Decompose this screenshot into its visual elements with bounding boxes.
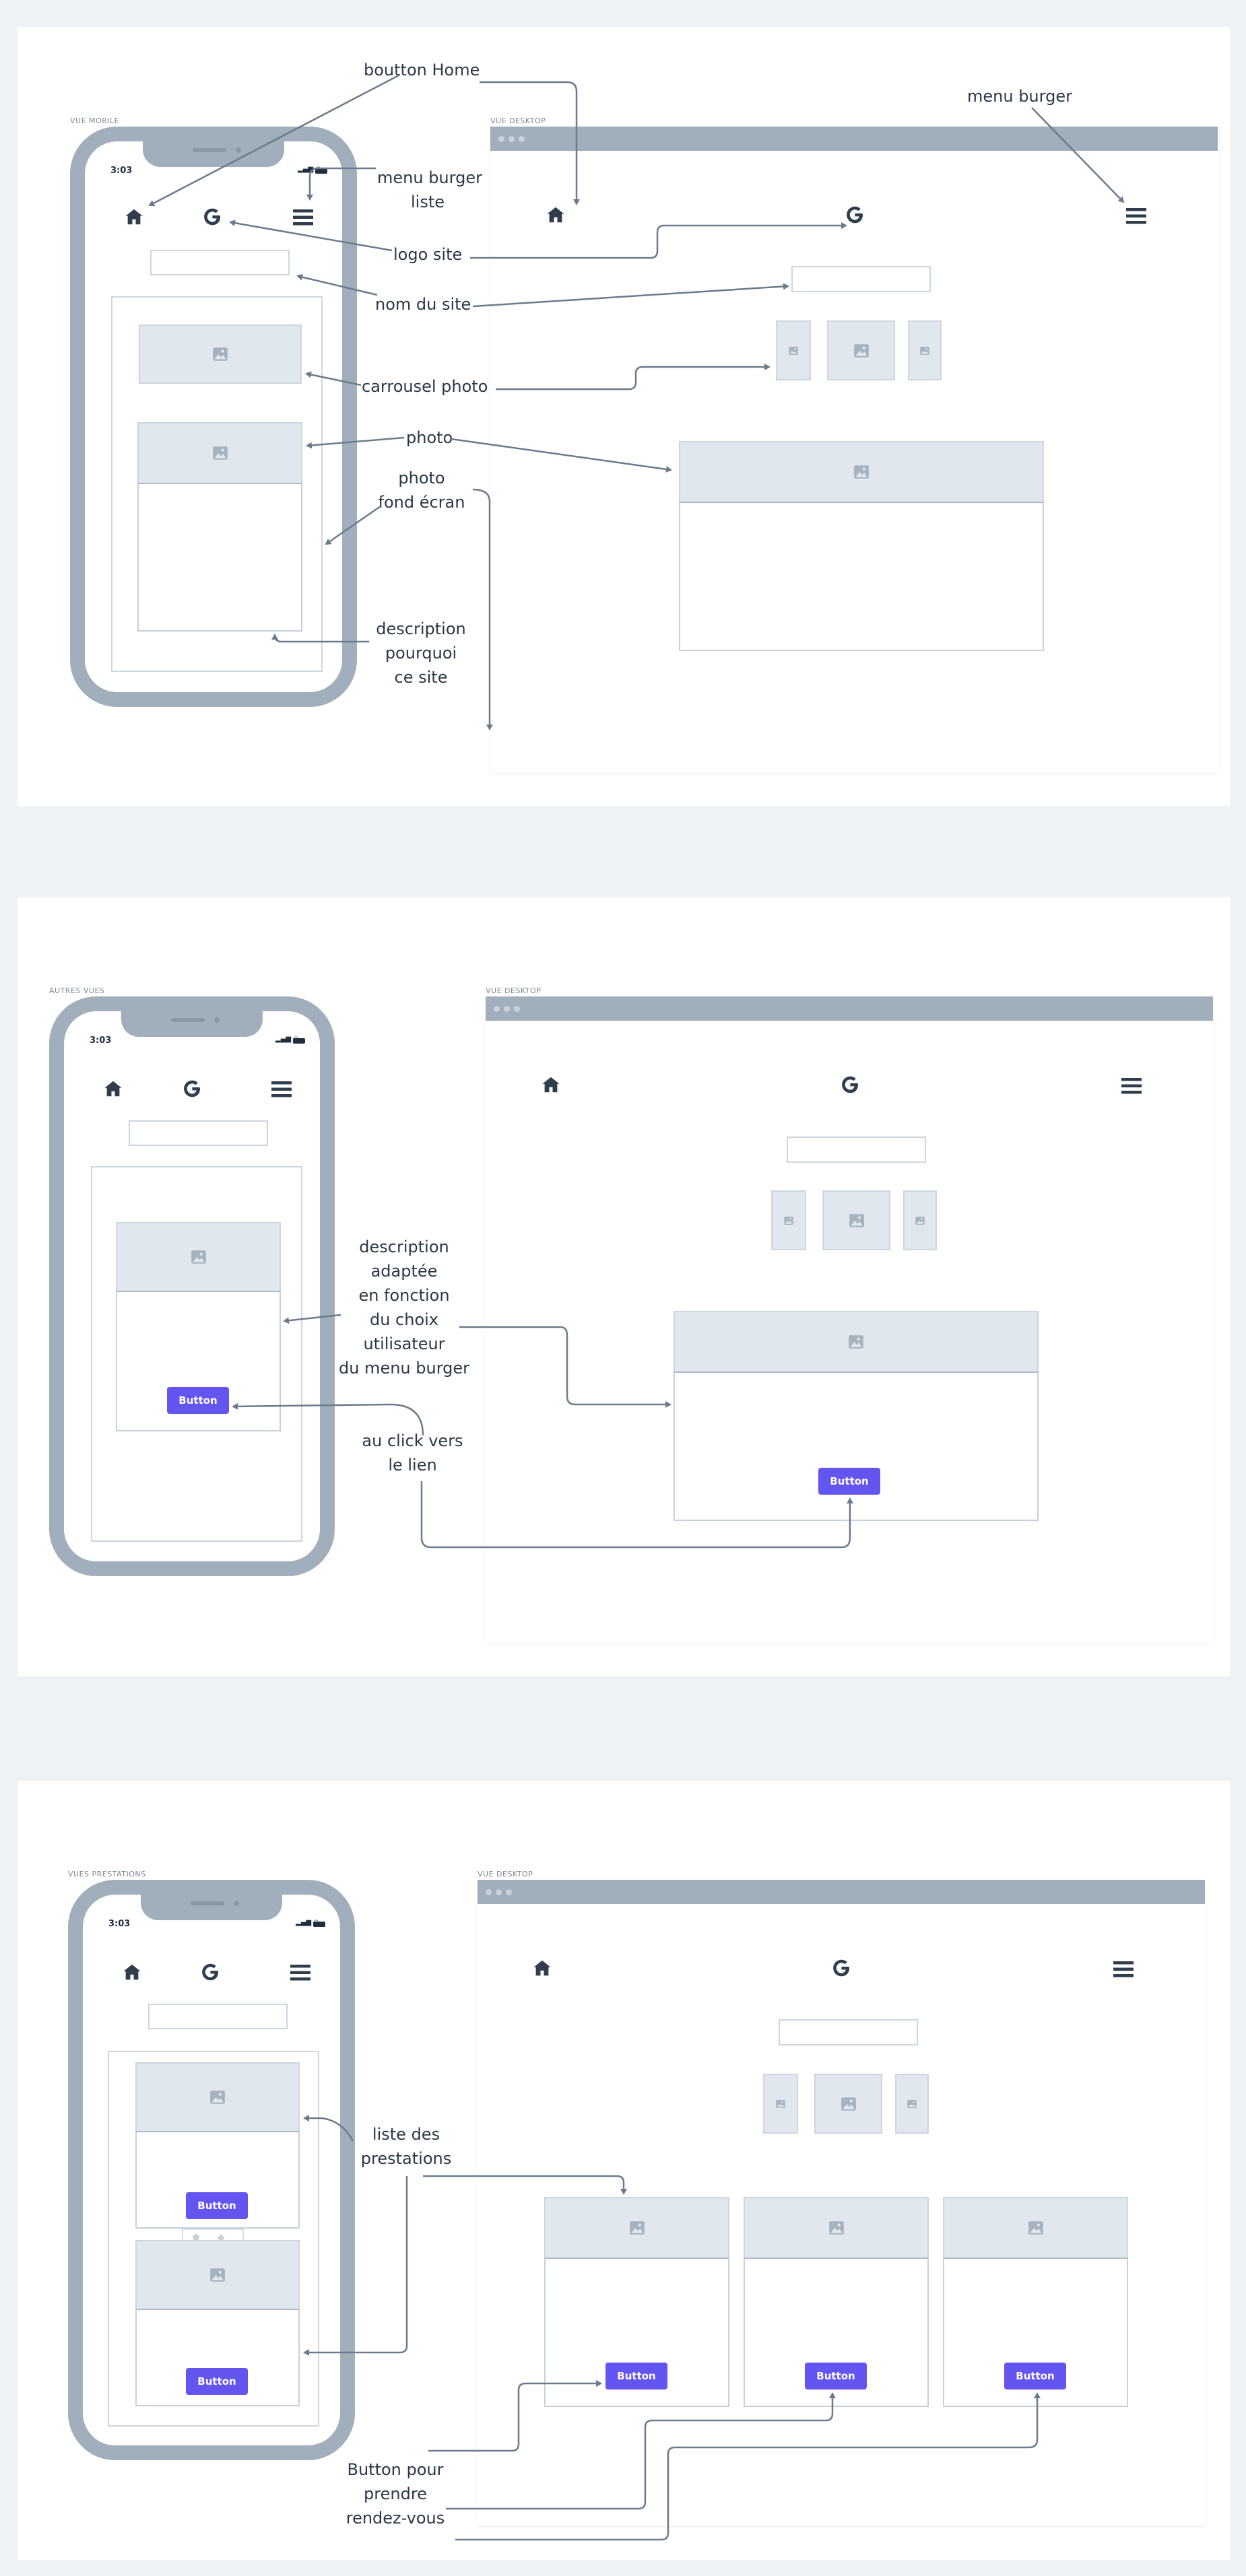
carousel-thumb-main xyxy=(814,2074,882,2134)
hamburger-menu-icon[interactable] xyxy=(271,1081,292,1101)
carousel-thumb-small xyxy=(763,2074,798,2134)
battery-icon xyxy=(315,168,327,174)
hamburger-menu-icon[interactable] xyxy=(1126,207,1146,228)
site-name-field xyxy=(129,1120,268,1146)
card-photo xyxy=(744,2197,929,2259)
annotation-menu-burger-list: menu burger liste xyxy=(377,168,482,211)
photo-card xyxy=(679,441,1044,651)
home-icon[interactable] xyxy=(546,205,566,228)
status-time: 3:03 xyxy=(110,166,133,176)
hamburger-menu-icon[interactable] xyxy=(290,1964,310,1984)
browser-titlebar xyxy=(486,996,1213,1021)
card-photo xyxy=(116,1222,281,1292)
desktop-caption: VUE DESKTOP xyxy=(478,1870,533,1878)
browser-titlebar xyxy=(478,1880,1205,1904)
annotation-description: description pourquoi ce site xyxy=(376,619,466,687)
card-button[interactable]: Button xyxy=(167,1387,229,1414)
google-logo-icon[interactable] xyxy=(844,204,865,228)
annotation-home-button: boutton Home xyxy=(364,61,480,79)
annotation-photo: photo xyxy=(406,428,453,447)
annotation-services-list: liste des prestations xyxy=(360,2125,452,2168)
google-logo-icon[interactable] xyxy=(830,1957,852,1981)
site-name-field xyxy=(787,1137,926,1163)
hamburger-menu-icon[interactable] xyxy=(1113,1961,1134,1981)
carousel-thumb-small xyxy=(776,320,811,380)
hamburger-menu-icon[interactable] xyxy=(1121,1077,1142,1097)
annotation-site-name: nom du site xyxy=(375,295,471,314)
battery-icon xyxy=(313,1922,325,1927)
card-photo xyxy=(943,2197,1128,2259)
card-photo xyxy=(679,441,1044,503)
carousel-thumb-small xyxy=(895,2074,929,2134)
home-icon[interactable] xyxy=(124,207,144,230)
card-button[interactable]: Button xyxy=(1004,2363,1066,2389)
home-icon[interactable] xyxy=(532,1958,552,1981)
annotation-background-photo: photo fond écran xyxy=(378,469,465,512)
card-photo xyxy=(544,2197,729,2259)
status-time: 3:03 xyxy=(108,1919,131,1929)
site-name-field xyxy=(779,2019,918,2045)
card-button[interactable]: Button xyxy=(805,2363,867,2389)
home-icon[interactable] xyxy=(103,1079,123,1101)
annotation-click-link: au click vers le lien xyxy=(362,1431,463,1475)
photo-card xyxy=(137,422,302,632)
annotation-adapted-description: description adaptée en fonction du choix u… xyxy=(338,1238,470,1378)
desktop-caption: VUE DESKTOP xyxy=(490,116,546,125)
phone-notch xyxy=(141,1893,282,1920)
annotation-carousel: carrousel photo xyxy=(362,377,488,396)
annotation-menu-burger-desktop: menu burger xyxy=(967,87,1072,106)
annotation-booking-button: Button pour prendre rendez-vous xyxy=(346,2460,445,2528)
mobile-caption: VUES PRESTATIONS xyxy=(68,1870,146,1878)
card-button[interactable]: Button xyxy=(605,2363,667,2389)
card-button[interactable]: Button xyxy=(186,2192,248,2219)
home-icon[interactable] xyxy=(541,1075,561,1097)
site-name-field xyxy=(791,266,931,292)
card-photo xyxy=(135,2062,300,2132)
carousel-thumb-main xyxy=(822,1190,890,1250)
google-logo-icon[interactable] xyxy=(181,1078,203,1102)
google-logo-icon[interactable] xyxy=(199,1961,221,1986)
annotation-logo-site: logo site xyxy=(393,245,463,264)
card-photo xyxy=(135,2240,300,2310)
google-logo-icon[interactable] xyxy=(839,1074,861,1098)
desktop-caption: VUE DESKTOP xyxy=(486,986,542,995)
carousel-photo xyxy=(139,325,302,384)
status-time: 3:03 xyxy=(90,1036,112,1046)
carousel-thumb-small xyxy=(908,320,942,380)
card-button[interactable]: Button xyxy=(186,2368,248,2395)
card-button[interactable]: Button xyxy=(818,1468,880,1495)
mobile-caption: AUTRES VUES xyxy=(49,986,105,995)
carousel-thumb-small xyxy=(771,1190,806,1250)
card-photo xyxy=(137,422,302,484)
home-icon[interactable] xyxy=(122,1962,142,1985)
carousel-thumb-small xyxy=(903,1190,937,1250)
google-logo-icon[interactable] xyxy=(201,206,223,230)
site-name-field xyxy=(150,250,290,275)
mobile-caption: VUE MOBILE xyxy=(70,116,120,125)
phone-notch xyxy=(121,1010,263,1037)
site-name-field xyxy=(148,2004,288,2029)
carousel-thumb-main xyxy=(827,320,895,380)
browser-titlebar xyxy=(490,127,1218,151)
card-photo xyxy=(674,1311,1039,1373)
battery-icon xyxy=(293,1038,305,1044)
phone-notch xyxy=(143,140,284,167)
hamburger-menu-icon[interactable] xyxy=(293,209,313,229)
